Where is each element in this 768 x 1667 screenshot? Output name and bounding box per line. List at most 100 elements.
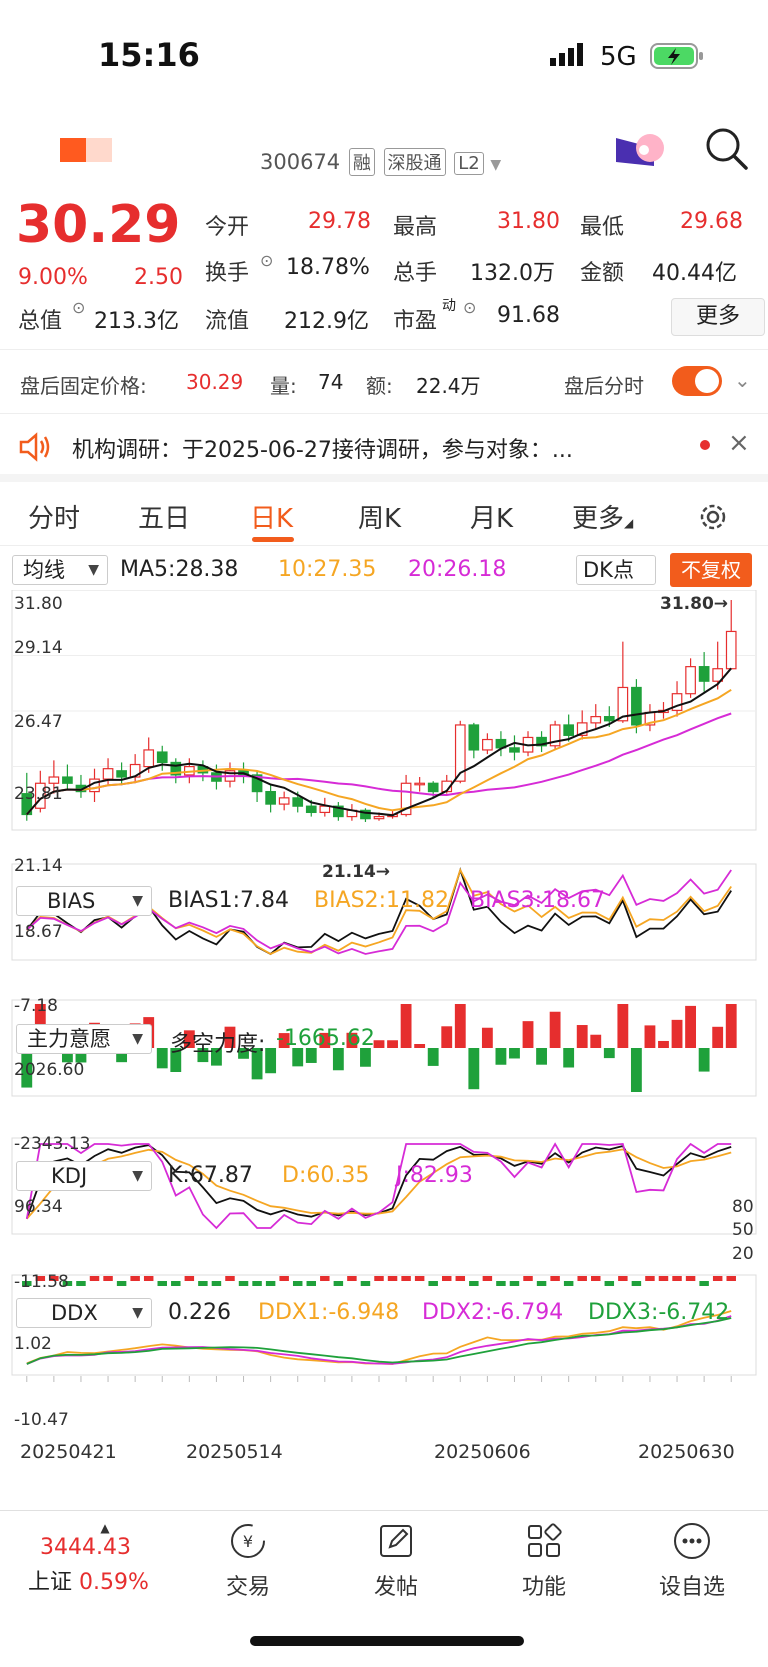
ddx-bar	[333, 1281, 344, 1286]
k-value: K:67.87	[168, 1163, 253, 1188]
nav-functions[interactable]: 功能	[494, 1511, 594, 1601]
active-tab-indicator	[252, 537, 294, 542]
close-icon[interactable]: ×	[728, 428, 750, 458]
amount-label: 金额	[580, 261, 625, 286]
kdj-select-label: KDJ	[51, 1164, 88, 1188]
ddx-bar	[645, 1276, 655, 1281]
nav-trade[interactable]: ¥ 交易	[198, 1511, 298, 1601]
ah-price: 30.29	[186, 370, 244, 394]
ah-amt: 22.4万	[416, 374, 481, 398]
bias2-value: BIAS2:11.82	[314, 888, 449, 913]
ddx-bar	[76, 1281, 86, 1286]
zlyy-ymin: -2343.13	[14, 1134, 91, 1154]
mcap-label: 总值	[18, 309, 63, 334]
after-hours-bar: 盘后固定价格: 30.29 量: 74 额: 22.4万 盘后分时 ⌄	[0, 358, 768, 414]
more-circle-icon	[642, 1521, 742, 1565]
candle	[102, 768, 114, 780]
dk-select[interactable]: DK点	[576, 555, 656, 585]
ah-label: 盘后固定价格:	[20, 374, 147, 398]
tab-daily-k[interactable]: 日K	[250, 498, 293, 535]
turnover-value: 18.78%	[286, 255, 370, 280]
pe-info-icon[interactable]: ⊙	[463, 298, 476, 317]
ddx-select[interactable]: DDX ▼	[16, 1298, 152, 1328]
zlyy-select-label: 主力意愿	[27, 1027, 111, 1051]
gear-icon[interactable]	[696, 500, 730, 538]
promo-icon[interactable]	[614, 128, 668, 176]
after-hours-toggle[interactable]	[672, 366, 722, 396]
ddx-bar	[536, 1281, 547, 1286]
candle	[373, 815, 385, 820]
tab-five-day[interactable]: 五日	[138, 498, 190, 535]
ddx-bar	[523, 1276, 533, 1281]
x-date-1: 20250421	[20, 1441, 117, 1463]
chevron-down-icon[interactable]: ▼	[490, 157, 501, 173]
low-value: 29.68	[680, 209, 743, 234]
ma20-value: 20:26.18	[408, 557, 507, 582]
j-value: J:82.93	[396, 1163, 473, 1188]
ddx-bar	[306, 1281, 317, 1286]
ma10-value: 10:27.35	[278, 557, 377, 582]
kdj-r20: 20	[732, 1244, 754, 1264]
home-indicator	[250, 1636, 524, 1646]
tab-monthly-k[interactable]: 月K	[470, 498, 513, 535]
y-label-2: 29.14	[14, 638, 63, 658]
bias-select[interactable]: BIAS ▼	[16, 886, 152, 916]
candle	[48, 776, 60, 784]
nav-post[interactable]: 发帖	[346, 1511, 446, 1601]
zlyy-label: 多空力度:	[170, 1032, 266, 1057]
ddx-bar	[631, 1281, 642, 1286]
tab-weekly-k[interactable]: 周K	[358, 498, 401, 535]
bias3-value: BIAS3:18.67	[470, 888, 605, 913]
ddx-bar	[496, 1281, 506, 1286]
bias-ymax: 18.67	[14, 922, 63, 942]
ddx-bar	[103, 1276, 113, 1281]
candle	[563, 724, 575, 736]
network-label: 5G	[600, 42, 637, 72]
speaker-icon	[18, 432, 54, 466]
kdj-select[interactable]: KDJ ▼	[16, 1161, 152, 1191]
candle	[603, 716, 615, 722]
candle	[278, 797, 290, 805]
more-button[interactable]: 更多	[671, 298, 765, 336]
kdj-indicator-bar: KDJ ▼ K:67.87 D:60.35 J:82.93	[0, 1159, 768, 1193]
ma-select[interactable]: 均线 ▼	[12, 555, 108, 585]
x-date-4: 20250630	[638, 1441, 735, 1463]
info-icon[interactable]: ⊙	[260, 251, 273, 270]
ddx-bar	[374, 1276, 384, 1281]
kdj-r80: 80	[732, 1197, 754, 1217]
quote-panel: 30.29 9.00% 2.50 今开 29.78 最高 31.80 最低 29…	[0, 195, 768, 350]
tab-intraday[interactable]: 分时	[28, 498, 80, 535]
ddx-bar	[238, 1281, 249, 1286]
ma5-value: MA5:28.38	[120, 557, 239, 582]
index-ticker[interactable]: ▲ 3444.43 上证 0.59%	[20, 1521, 160, 1596]
status-time: 15:16	[98, 36, 200, 74]
mcap-info-icon[interactable]: ⊙	[72, 298, 85, 317]
ddx-bar	[279, 1276, 289, 1281]
low-label: 最低	[580, 215, 625, 240]
x-date-2: 20250514	[186, 1441, 283, 1463]
candle	[116, 770, 127, 778]
ddx-bar	[428, 1281, 438, 1286]
ddx-bar	[726, 1276, 736, 1281]
chevron-down-icon[interactable]: ⌄	[734, 368, 751, 392]
notice-text: 机构调研：于2025-06-27接待调研，参与对象：...	[72, 438, 573, 463]
turnover-label: 换手	[205, 261, 250, 286]
ddx-bar	[563, 1281, 574, 1286]
y-label-4: 23.81	[14, 784, 63, 804]
candle	[725, 630, 737, 670]
pe-label: 市盈	[393, 309, 438, 334]
pe-sup: 动	[442, 298, 456, 314]
ddx-bar	[577, 1276, 587, 1281]
zlyy-select[interactable]: 主力意愿 ▼	[16, 1024, 152, 1054]
nav-trade-label: 交易	[225, 1575, 270, 1600]
ddx-bar	[672, 1276, 682, 1281]
adjust-button[interactable]: 不复权	[670, 553, 752, 587]
back-icon[interactable]	[60, 136, 112, 164]
research-notice[interactable]: 机构调研：于2025-06-27接待调研，参与对象：... ×	[0, 418, 768, 482]
ddx-bar	[198, 1281, 208, 1286]
nav-watchlist[interactable]: 设自选	[642, 1511, 742, 1601]
bias1-value: BIAS1:7.84	[168, 888, 289, 913]
stock-code: 300674 融 深股通 L2 ▼	[260, 148, 501, 176]
tab-more[interactable]: 更多◢	[572, 498, 633, 535]
search-icon[interactable]	[704, 126, 750, 176]
